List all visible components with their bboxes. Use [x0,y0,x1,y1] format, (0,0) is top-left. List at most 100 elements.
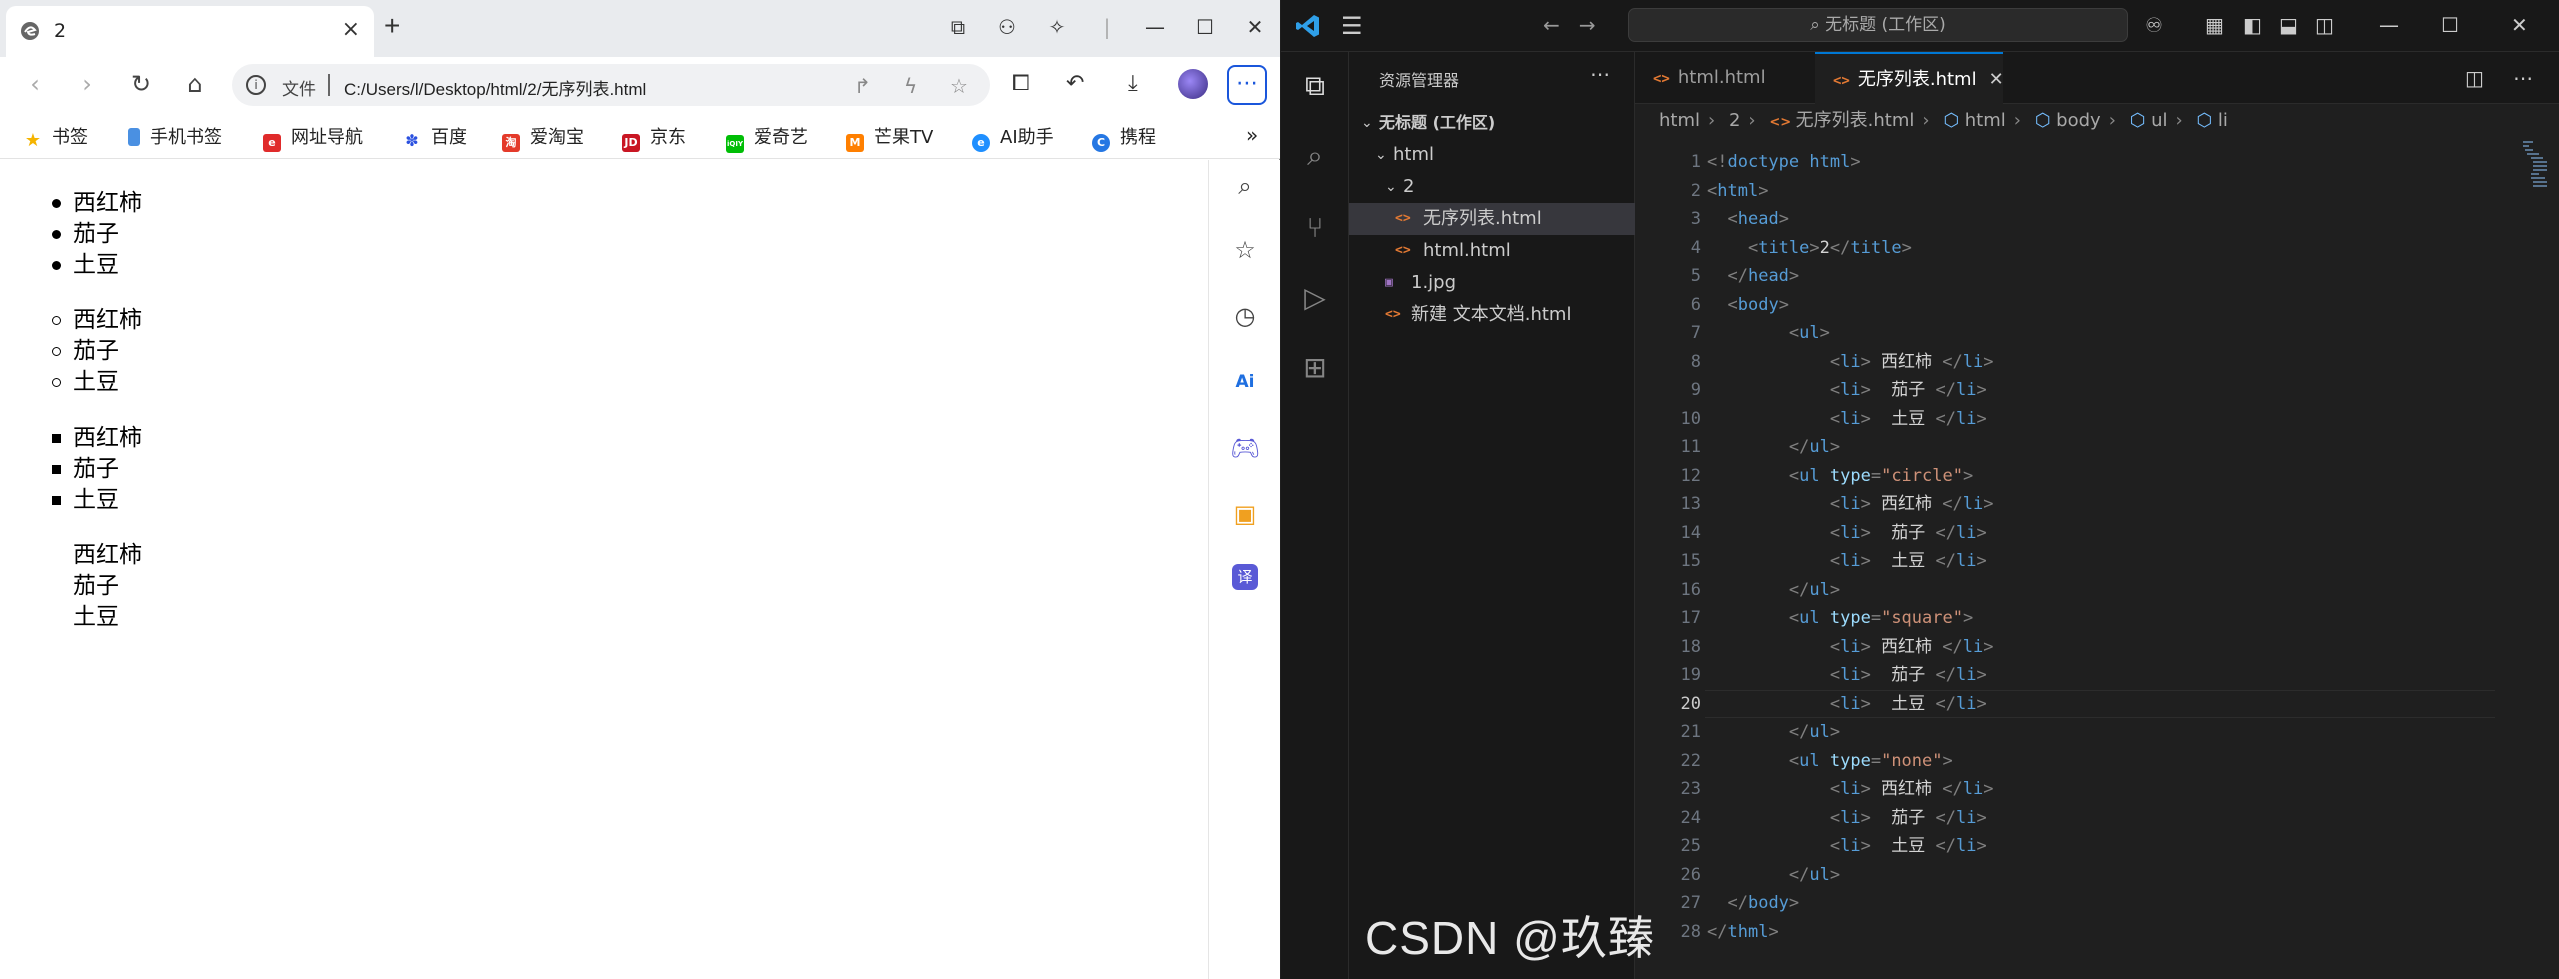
code-line[interactable]: <ul type="none"> [1707,747,1953,776]
bookmark-item[interactable]: ✽ 百度 [403,123,467,150]
profile-switch-icon[interactable]: ⚇ [992,12,1022,42]
code-line[interactable]: <title>2</title> [1707,234,1912,263]
undo-icon[interactable]: ↶ [1066,71,1084,96]
translate-icon[interactable]: 译 [1232,564,1258,590]
breadcrumb-item[interactable]: ⬡ li [2196,110,2227,131]
tree-file-jpg[interactable]: ▣ 1.jpg [1349,267,1635,299]
toolbox-icon[interactable]: ▣ [1229,498,1261,530]
lightning-icon[interactable]: ϟ [904,74,917,98]
favorite-star-icon[interactable]: ☆ [950,74,968,98]
source-control-icon[interactable]: ⑂ [1297,210,1333,246]
extensions-icon[interactable]: ✧ [1042,12,1072,42]
layout-customize-icon[interactable]: ▦ [2205,13,2224,37]
code-line[interactable]: <ul type="square"> [1707,604,1973,633]
minimap[interactable] [2521,138,2551,198]
code-line[interactable]: <li> 西红柿 </li> [1707,490,1994,519]
close-tab-icon[interactable]: ✕ [1989,69,2004,90]
breadcrumb-item[interactable]: html [1659,110,1700,131]
new-tab-button[interactable]: + [384,10,400,42]
share-icon[interactable]: ↱ [854,74,871,98]
code-line[interactable]: </head> [1707,262,1799,291]
code-line[interactable]: <li> 茄子 </li> [1707,519,1987,548]
tab-unordered-list[interactable]: <> 无序列表.html ✕ [1815,52,2004,104]
copilot-icon[interactable]: ♾︎ [2145,13,2163,37]
forward-icon[interactable]: › [72,69,102,99]
search-icon[interactable]: ⌕ [1229,170,1261,202]
code-line[interactable]: <li> 西红柿 </li> [1707,348,1994,377]
code-line[interactable]: <li> 茄子 </li> [1707,661,1987,690]
tab-html-html[interactable]: <> html.html [1635,52,1815,104]
code-line[interactable]: <li> 土豆 </li> [1707,690,1987,719]
bookmarks-overflow-icon[interactable]: » [1246,123,1258,147]
nav-back-forward-icon[interactable]: ← → [1543,13,1596,37]
code-line[interactable]: </ul> [1707,861,1840,890]
toggle-secondary-sidebar-icon[interactable]: ◫ [2315,13,2334,37]
menu-icon[interactable]: ☰ [1341,12,1363,40]
toggle-sidebar-icon[interactable]: ◧ [2243,13,2262,37]
code-line[interactable]: <ul> [1707,319,1830,348]
split-editor-icon[interactable]: ◫ [2465,66,2484,90]
maximize-button[interactable]: ☐ [2441,13,2459,37]
breadcrumb-item[interactable]: ⬡ html [1943,110,2005,131]
workspaces-icon[interactable]: ⧉ [943,12,973,42]
workspace-root[interactable]: ⌄ 无标题 (工作区) [1349,107,1635,139]
close-tab-icon[interactable]: × [342,17,360,42]
extensions-toolbar-icon[interactable]: ⧠ [1012,71,1030,96]
back-icon[interactable]: ‹ [20,69,50,99]
code-line[interactable]: <li> 土豆 </li> [1707,832,1987,861]
code-line[interactable]: <body> [1707,291,1788,320]
breadcrumb-item[interactable]: ⬡ ul [2130,110,2168,131]
tree-folder-html[interactable]: ⌄ html [1349,139,1635,171]
breadcrumb-item[interactable]: <> 无序列表.html [1769,110,1914,131]
code-line[interactable]: </thml> [1707,918,1779,947]
breadcrumb-item[interactable]: 2 [1729,110,1740,131]
tree-file-unordered-list[interactable]: <> 无序列表.html [1349,203,1635,235]
url-text[interactable]: C:/Users/l/Desktop/html/2/无序列表.html [344,75,646,100]
tree-file-new-text[interactable]: <> 新建 文本文档.html [1349,299,1635,331]
download-icon[interactable]: ⤓ [1128,71,1138,96]
explorer-files-icon[interactable]: ⧉ [1297,68,1333,104]
code-line[interactable]: <ul type="circle"> [1707,462,1973,491]
code-line[interactable]: </ul> [1707,433,1840,462]
address-bar[interactable]: i 文件 C:/Users/l/Desktop/html/2/无序列表.html… [232,64,990,106]
browser-tab[interactable]: 2 × [6,6,374,57]
run-debug-icon[interactable]: ▷ [1297,280,1333,316]
more-menu-button[interactable]: ⋯ [1227,65,1267,105]
code-line[interactable]: <html> [1707,177,1768,206]
breadcrumb-item[interactable]: ⬡ body [2035,110,2101,131]
refresh-icon[interactable]: ↻ [126,69,156,99]
command-center[interactable]: ⌕ 无标题 (工作区) [1628,8,2128,42]
code-line[interactable]: <li> 西红柿 </li> [1707,775,1994,804]
bookmark-item[interactable]: e 网址导航 [263,123,363,152]
code-line[interactable]: <!doctype html> [1707,148,1861,177]
bookmark-item[interactable]: JD 京东 [622,123,686,152]
bookmark-item[interactable]: M 芒果TV [846,123,933,152]
ai-icon[interactable]: Ai [1229,366,1261,398]
avatar[interactable] [1178,69,1208,99]
bookmark-item[interactable]: e AI助手 [972,123,1054,152]
code-line[interactable]: </ul> [1707,576,1840,605]
code-line[interactable]: </body> [1707,889,1799,918]
info-icon[interactable]: i [246,75,266,95]
code-line[interactable]: <li> 土豆 </li> [1707,547,1987,576]
close-window-button[interactable]: ✕ [2511,13,2528,37]
home-icon[interactable]: ⌂ [180,69,210,99]
extensions-icon[interactable]: ⊞ [1297,350,1333,386]
bookmark-item[interactable]: 淘爱淘宝 [502,123,584,152]
close-window-button[interactable]: ✕ [1240,12,1270,42]
bookmark-item[interactable]: iQIY 爱奇艺 [726,123,808,153]
bookmark-item[interactable]: 手机书签 [128,123,222,149]
toggle-panel-icon[interactable]: ⬓ [2279,13,2298,37]
search-icon[interactable]: ⌕ [1297,138,1333,174]
more-actions-icon[interactable]: ⋯ [2513,66,2533,90]
code-line[interactable]: <li> 茄子 </li> [1707,376,1987,405]
code-line[interactable]: <li> 土豆 </li> [1707,405,1987,434]
tree-folder-2[interactable]: ⌄ 2 [1349,171,1635,203]
history-clock-icon[interactable]: ◷ [1229,300,1261,332]
code-line[interactable]: <head> [1707,205,1788,234]
game-controller-icon[interactable]: 🎮︎ [1229,432,1261,464]
tree-file-html[interactable]: <> html.html [1349,235,1635,267]
code-line[interactable]: <li> 西红柿 </li> [1707,633,1994,662]
favorites-star-icon[interactable]: ☆ [1229,234,1261,266]
more-actions-icon[interactable]: ⋯ [1590,62,1610,86]
